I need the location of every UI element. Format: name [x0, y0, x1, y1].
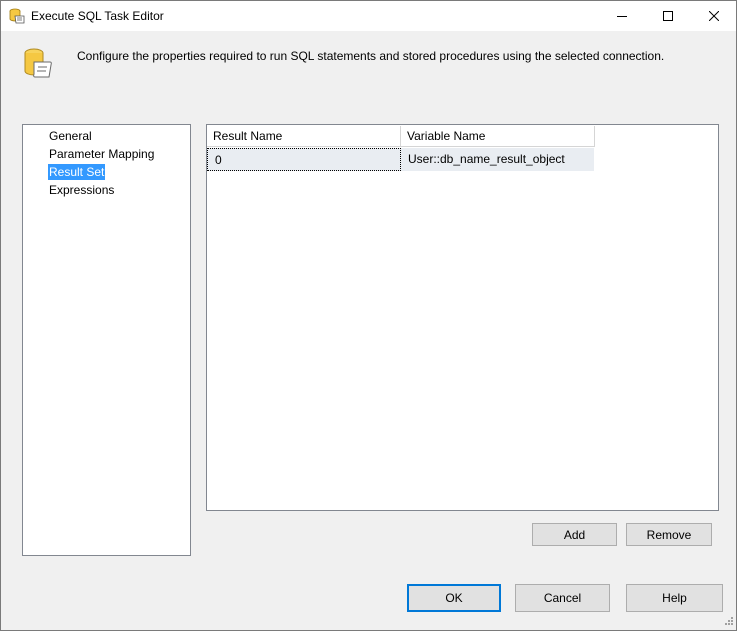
close-icon: [709, 11, 719, 21]
ok-button[interactable]: OK: [407, 584, 501, 612]
title-bar[interactable]: Execute SQL Task Editor: [1, 1, 736, 31]
add-button[interactable]: Add: [532, 523, 617, 546]
nav-item-general[interactable]: General: [48, 128, 93, 144]
header-description: Configure the properties required to run…: [77, 49, 665, 63]
maximize-button[interactable]: [645, 1, 691, 31]
cancel-button[interactable]: Cancel: [515, 584, 610, 612]
nav-item-expressions[interactable]: Expressions: [48, 182, 115, 198]
remove-button[interactable]: Remove: [626, 523, 712, 546]
minimize-icon: [617, 16, 627, 17]
column-header-variable-name[interactable]: Variable Name: [401, 126, 595, 147]
help-button[interactable]: Help: [626, 584, 723, 612]
nav-item-parameter-mapping[interactable]: Parameter Mapping: [48, 146, 155, 162]
page-navigation-list[interactable]: General Parameter Mapping Result Set Exp…: [22, 124, 191, 556]
column-header-result-name[interactable]: Result Name: [207, 126, 401, 147]
resize-grip-icon[interactable]: [720, 614, 734, 628]
minimize-button[interactable]: [599, 1, 645, 31]
result-set-grid[interactable]: Result Name Variable Name 0 User::db_nam…: [206, 124, 719, 511]
nav-item-result-set[interactable]: Result Set: [48, 164, 106, 180]
close-button[interactable]: [691, 1, 737, 31]
result-name-cell[interactable]: 0: [207, 148, 401, 171]
sql-task-icon: [23, 47, 53, 79]
execute-sql-task-editor-dialog: Execute SQL Task Editor Configure the pr…: [0, 0, 737, 631]
sql-task-icon: [9, 8, 25, 24]
variable-name-cell[interactable]: User::db_name_result_object: [401, 148, 594, 171]
window-title: Execute SQL Task Editor: [31, 9, 164, 23]
maximize-icon: [663, 11, 673, 21]
